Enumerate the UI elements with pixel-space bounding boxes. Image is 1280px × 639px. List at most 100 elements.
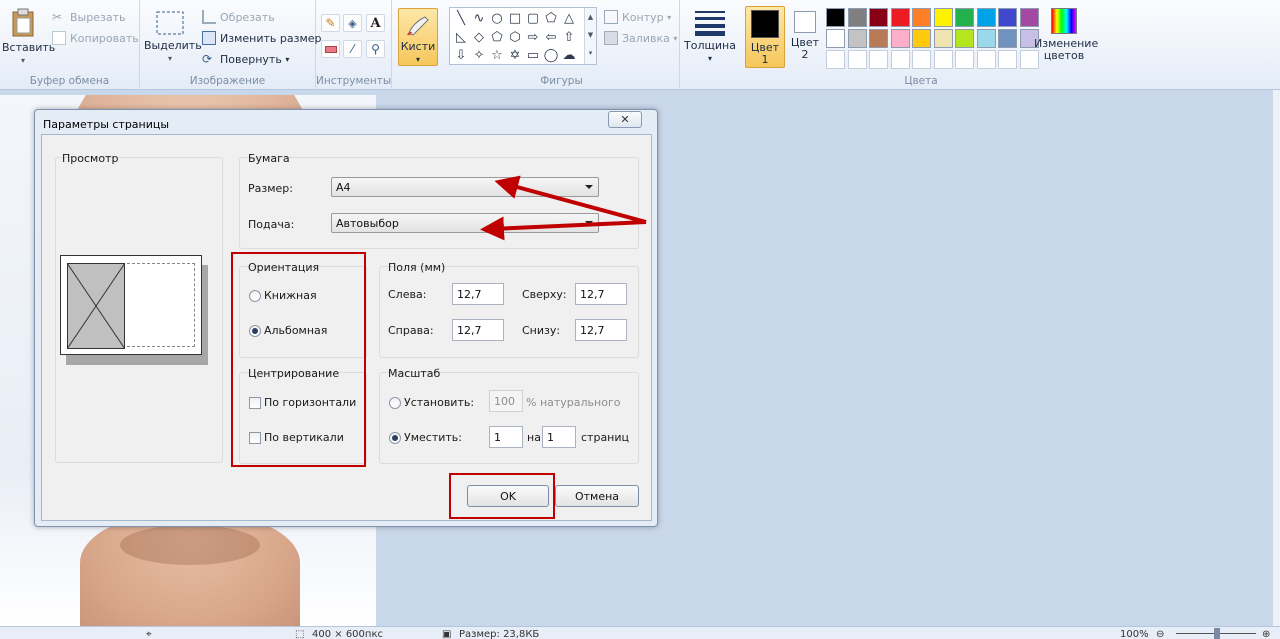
landscape-label[interactable]: Альбомная: [264, 324, 327, 337]
arrow-left-shape-icon[interactable]: ⇦: [543, 29, 559, 45]
arrow-down-shape-icon[interactable]: ⇩: [453, 47, 469, 63]
custom-color-slot[interactable]: [826, 50, 845, 69]
palette-swatch[interactable]: [847, 8, 867, 27]
color2-button[interactable]: Цвет 2: [788, 8, 822, 61]
callout-oval-shape-icon[interactable]: ◯: [543, 47, 559, 63]
fit-width-input[interactable]: 1: [489, 426, 523, 448]
palette-swatch[interactable]: [869, 8, 888, 27]
custom-color-slot[interactable]: [869, 50, 888, 69]
center-vertical-label[interactable]: По вертикали: [264, 431, 344, 444]
palette-swatch[interactable]: [955, 29, 974, 48]
margin-bottom-input[interactable]: 12,7: [575, 319, 627, 341]
rectangle-shape-icon[interactable]: □: [507, 10, 523, 26]
pencil-tool[interactable]: ✎: [321, 14, 340, 32]
resize-icon: [202, 31, 216, 45]
polygon-shape-icon[interactable]: ⬠: [543, 10, 559, 26]
cloud-shape-icon[interactable]: ☁: [561, 47, 577, 63]
outline-button[interactable]: Контур ▾: [604, 10, 671, 24]
cancel-button[interactable]: Отмена: [555, 485, 639, 507]
star5-shape-icon[interactable]: ☆: [489, 47, 505, 63]
palette-swatch[interactable]: [890, 8, 910, 27]
colors-group-label: Цвета: [904, 75, 938, 87]
scale-adjust-radio[interactable]: [389, 397, 401, 409]
magnifier-tool[interactable]: ⚲: [366, 40, 385, 58]
line-shape-icon[interactable]: ╲: [453, 10, 469, 26]
portrait-radio[interactable]: [249, 290, 261, 302]
picker-tool[interactable]: ⁄: [343, 40, 362, 58]
pentagon-shape-icon[interactable]: ⬠: [489, 29, 505, 45]
custom-color-slot[interactable]: [890, 50, 910, 69]
select-button[interactable]: Выделить ▾: [144, 10, 202, 65]
triangle-shape-icon[interactable]: △: [561, 10, 577, 26]
scale-fit-label[interactable]: Уместить:: [404, 431, 462, 444]
palette-swatch[interactable]: [826, 29, 845, 48]
scale-fit-radio[interactable]: [389, 432, 401, 444]
ok-button[interactable]: OK: [467, 485, 549, 507]
custom-color-slot[interactable]: [955, 50, 974, 69]
palette-swatch[interactable]: [998, 8, 1017, 27]
dialog-close-button[interactable]: ✕: [608, 111, 642, 128]
diamond-shape-icon[interactable]: ◇: [471, 29, 487, 45]
copy-button[interactable]: Копировать: [52, 31, 139, 45]
cut-button[interactable]: ✂ Вырезать: [52, 10, 125, 24]
paper-size-select[interactable]: A4: [331, 177, 599, 197]
margin-left-input[interactable]: 12,7: [452, 283, 504, 305]
palette-swatch[interactable]: [933, 29, 953, 48]
curve-shape-icon[interactable]: ∿: [471, 10, 487, 26]
palette-swatch[interactable]: [976, 8, 996, 27]
text-tool[interactable]: A: [366, 14, 385, 32]
fill-button[interactable]: Заливка ▾: [604, 31, 677, 45]
brushes-button[interactable]: Кисти ▾: [398, 8, 438, 66]
edit-colors-button[interactable]: Изменение цветов: [1034, 8, 1098, 62]
center-horizontal-label[interactable]: По горизонтали: [264, 396, 356, 409]
palette-swatch[interactable]: [976, 29, 996, 48]
landscape-radio[interactable]: [249, 325, 261, 337]
fill-tool[interactable]: ◈: [343, 14, 362, 32]
star6-shape-icon[interactable]: ✡: [507, 47, 523, 63]
crop-button[interactable]: Обрезать: [202, 10, 275, 24]
center-vertical-checkbox[interactable]: [249, 432, 261, 444]
custom-color-slot[interactable]: [847, 50, 867, 69]
custom-color-slot[interactable]: [998, 50, 1017, 69]
fit-height-input[interactable]: 1: [542, 426, 576, 448]
eraser-tool[interactable]: [321, 40, 340, 58]
custom-color-slot[interactable]: [933, 50, 953, 69]
shapes-scroll[interactable]: ▲ ▼ ▾: [584, 8, 596, 64]
paper-source-select[interactable]: Автовыбор: [331, 213, 599, 233]
palette-swatch[interactable]: [912, 8, 931, 27]
rounded-rect-shape-icon[interactable]: ▢: [525, 10, 541, 26]
oval-shape-icon[interactable]: ○: [489, 10, 505, 26]
shapes-gallery[interactable]: ╲ ∿ ○ □ ▢ ⬠ △ ◺ ◇ ⬠ ⬡ ⇨ ⇦ ⇧ ⇩ ✧ ☆ ✡ ▭ ◯ …: [449, 7, 597, 65]
arrow-right-shape-icon[interactable]: ⇨: [525, 29, 541, 45]
margin-top-input[interactable]: 12,7: [575, 283, 627, 305]
vertical-scrollbar[interactable]: [1272, 90, 1280, 626]
right-triangle-shape-icon[interactable]: ◺: [453, 29, 469, 45]
zoom-slider-thumb[interactable]: [1214, 628, 1220, 639]
center-horizontal-checkbox[interactable]: [249, 397, 261, 409]
resize-button[interactable]: Изменить размер: [202, 31, 322, 45]
star4-shape-icon[interactable]: ✧: [471, 47, 487, 63]
margin-right-input[interactable]: 12,7: [452, 319, 504, 341]
custom-color-slot[interactable]: [976, 50, 996, 69]
rotate-button[interactable]: ⟳ Повернуть ▾: [202, 52, 289, 66]
palette-swatch[interactable]: [890, 29, 910, 48]
palette-swatch[interactable]: [847, 29, 867, 48]
scale-adjust-label[interactable]: Установить:: [404, 396, 474, 409]
palette-swatch[interactable]: [955, 8, 974, 27]
size-button[interactable]: Толщина ▾: [684, 8, 736, 65]
color1-button[interactable]: Цвет 1: [745, 6, 785, 68]
palette-swatch[interactable]: [826, 8, 845, 27]
palette-swatch[interactable]: [869, 29, 888, 48]
callout-rect-shape-icon[interactable]: ▭: [525, 47, 541, 63]
portrait-label[interactable]: Книжная: [264, 289, 317, 302]
palette-swatch[interactable]: [912, 29, 931, 48]
palette-swatch[interactable]: [998, 29, 1017, 48]
scale-adjust-input[interactable]: 100: [489, 390, 523, 412]
zoom-out-button[interactable]: ⊖: [1156, 629, 1164, 639]
palette-swatch[interactable]: [933, 8, 953, 27]
hexagon-shape-icon[interactable]: ⬡: [507, 29, 523, 45]
arrow-up-shape-icon[interactable]: ⇧: [561, 29, 577, 45]
paste-button[interactable]: Вставить ▾: [2, 8, 55, 67]
custom-color-slot[interactable]: [912, 50, 931, 69]
zoom-in-button[interactable]: ⊕: [1262, 629, 1270, 639]
